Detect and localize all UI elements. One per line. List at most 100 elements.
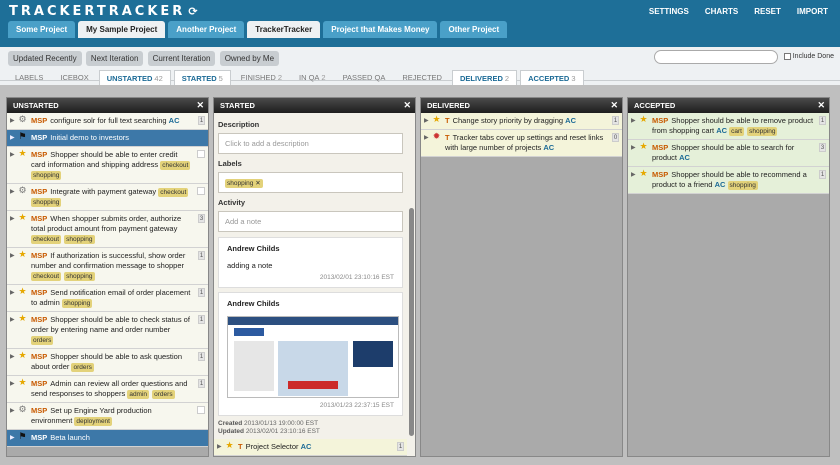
filter-button[interactable]: Next Iteration <box>85 51 144 66</box>
expand-arrow-icon[interactable]: ▶ <box>10 251 15 261</box>
close-icon[interactable]: ✕ <box>610 98 618 113</box>
story-estimate[interactable] <box>197 187 205 195</box>
expand-arrow-icon[interactable]: ▶ <box>10 288 15 298</box>
story-card[interactable]: ▶ ⚙ MSP Integrate with payment gateway chec… <box>7 184 208 211</box>
story-card[interactable]: ▶ ★ MSP Shopper should be able to ask quest… <box>7 349 208 376</box>
story-card[interactable]: ▶ ✹ T Tracker tabs cover up settings and re… <box>421 130 622 157</box>
story-estimate[interactable]: 1 <box>198 251 205 260</box>
app-logo[interactable]: TRACKERTRACKER ⟳ <box>9 4 198 19</box>
story-card[interactable]: ▶ ★ T Change story priority by dragging AC 1 <box>421 113 622 130</box>
expand-arrow-icon[interactable]: ▶ <box>10 315 15 325</box>
story-card[interactable]: ▶ ★ MSP Shopper should be able to recommend… <box>628 167 829 194</box>
filter-button[interactable]: Owned by Me <box>219 51 280 66</box>
story-estimate[interactable]: 3 <box>198 214 205 223</box>
story-label[interactable]: checkout <box>31 272 62 281</box>
story-estimate[interactable] <box>197 150 205 158</box>
story-label[interactable]: shopping <box>31 198 62 207</box>
story-card[interactable]: ▶ ★ MSP When shopper submits order, authori… <box>7 211 208 248</box>
project-tab[interactable]: My Sample Project <box>78 21 166 38</box>
expand-arrow-icon[interactable]: ▶ <box>10 116 15 126</box>
screenshot-attachment[interactable] <box>227 316 399 398</box>
expand-arrow-icon[interactable]: ▶ <box>631 143 636 153</box>
expand-arrow-icon[interactable]: ▶ <box>631 116 636 126</box>
story-label[interactable]: shopping <box>64 272 95 281</box>
story-label[interactable]: cart <box>729 127 744 136</box>
story-estimate[interactable]: 1 <box>198 116 205 125</box>
expand-arrow-icon[interactable]: ▶ <box>10 187 15 197</box>
story-estimate[interactable] <box>197 406 205 414</box>
story-label[interactable]: admin <box>127 390 150 399</box>
search-input[interactable] <box>654 50 778 64</box>
panel-tab-in-qa[interactable]: IN QA 2 <box>292 70 333 85</box>
import-link[interactable]: IMPORT <box>797 7 828 16</box>
project-tab[interactable]: Project that Makes Money <box>323 21 438 38</box>
project-tab[interactable]: TrackerTracker <box>247 21 321 38</box>
include-done-checkbox[interactable] <box>783 53 791 60</box>
expand-arrow-icon[interactable]: ▶ <box>10 379 15 389</box>
story-label[interactable]: checkout <box>160 161 191 170</box>
story-card[interactable]: ▶ ★ MSP Shopper should be able to search fo… <box>628 140 829 167</box>
expand-arrow-icon[interactable]: ▶ <box>424 116 429 126</box>
story-card[interactable]: ▶ ★ MSP Shopper should be able to remove pr… <box>628 113 829 140</box>
settings-link[interactable]: SETTINGS <box>649 7 689 16</box>
expand-arrow-icon[interactable]: ▶ <box>10 133 15 143</box>
story-card[interactable]: ▶ ★ MSP Shopper should be able to check sta… <box>7 312 208 349</box>
expand-arrow-icon[interactable]: ▶ <box>10 214 15 224</box>
story-card[interactable]: ▶ ⚑ MSP Initial demo to investors <box>7 130 208 147</box>
close-icon[interactable]: ✕ <box>403 98 411 113</box>
panel-tab-finished[interactable]: FINISHED 2 <box>234 70 289 85</box>
story-label[interactable]: shopping <box>747 127 778 136</box>
story-estimate[interactable]: 3 <box>819 143 826 152</box>
filter-button[interactable]: Current Iteration <box>147 51 216 66</box>
story-label[interactable]: shopping <box>31 171 62 180</box>
story-estimate[interactable]: 1 <box>198 352 205 361</box>
expand-arrow-icon[interactable]: ▶ <box>10 150 15 160</box>
story-estimate[interactable]: 1 <box>612 116 619 125</box>
story-label[interactable]: checkout <box>31 235 62 244</box>
charts-link[interactable]: CHARTS <box>705 7 738 16</box>
story-card[interactable]: ▶ ★ T Project Selector AC 1 <box>214 439 407 456</box>
labels-field[interactable]: shopping ✕ <box>218 172 403 193</box>
expand-arrow-icon[interactable]: ▶ <box>10 352 15 362</box>
panel-tab-passed-qa[interactable]: PASSED QA <box>336 70 393 85</box>
story-card[interactable]: ▶ ★ MSP Send notification email of order pl… <box>7 285 208 312</box>
story-estimate[interactable]: 1 <box>198 379 205 388</box>
scrollbar[interactable] <box>409 208 414 436</box>
expand-arrow-icon[interactable]: ▶ <box>424 133 429 143</box>
story-estimate[interactable]: 0 <box>612 133 619 142</box>
story-estimate[interactable]: 1 <box>198 315 205 324</box>
expand-arrow-icon[interactable]: ▶ <box>10 433 15 443</box>
story-label[interactable]: checkout <box>158 188 189 197</box>
story-card[interactable]: ▶ ⚙ MSP configure solr for full text search… <box>7 113 208 130</box>
story-label[interactable]: shopping <box>727 181 758 190</box>
project-tab[interactable]: Another Project <box>168 21 245 38</box>
story-card[interactable]: ▶ ★ MSP Shopper should be able to enter cre… <box>7 147 208 184</box>
panel-tab-started[interactable]: STARTED 5 <box>173 70 231 85</box>
panel-tab-labels[interactable]: LABELS <box>8 70 50 85</box>
panel-tab-accepted[interactable]: ACCEPTED 3 <box>520 70 584 85</box>
story-label[interactable]: orders <box>71 363 94 372</box>
project-tab[interactable]: Other Project <box>440 21 508 38</box>
story-estimate[interactable]: 1 <box>819 116 826 125</box>
expand-arrow-icon[interactable]: ▶ <box>10 406 15 416</box>
expand-arrow-icon[interactable]: ▶ <box>631 170 636 180</box>
close-icon[interactable]: ✕ <box>196 98 204 113</box>
filter-button[interactable]: Updated Recently <box>8 51 82 66</box>
panel-tab-icebox[interactable]: ICEBOX <box>53 70 95 85</box>
story-label[interactable]: shopping <box>61 299 93 308</box>
reset-link[interactable]: RESET <box>754 7 781 16</box>
panel-tab-rejected[interactable]: REJECTED <box>395 70 449 85</box>
project-tab[interactable]: Some Project <box>8 21 76 38</box>
close-icon[interactable]: ✕ <box>817 98 825 113</box>
refresh-icon[interactable]: ⟳ <box>188 5 197 18</box>
note-input[interactable]: Add a note <box>218 211 403 232</box>
panel-tab-delivered[interactable]: DELIVERED 2 <box>451 70 518 85</box>
story-card[interactable]: ▶ ⚙ MSP Set up Engine Yard production envir… <box>7 403 208 430</box>
story-estimate[interactable]: 1 <box>198 288 205 297</box>
label-tag[interactable]: shopping ✕ <box>225 179 263 188</box>
story-label[interactable]: deployment <box>74 417 112 426</box>
story-card[interactable]: ▶ ⚑ MSP Beta launch <box>7 430 208 447</box>
story-label[interactable]: orders <box>31 336 54 345</box>
description-field[interactable]: Click to add a description <box>218 133 403 154</box>
story-label[interactable]: shopping <box>64 235 95 244</box>
